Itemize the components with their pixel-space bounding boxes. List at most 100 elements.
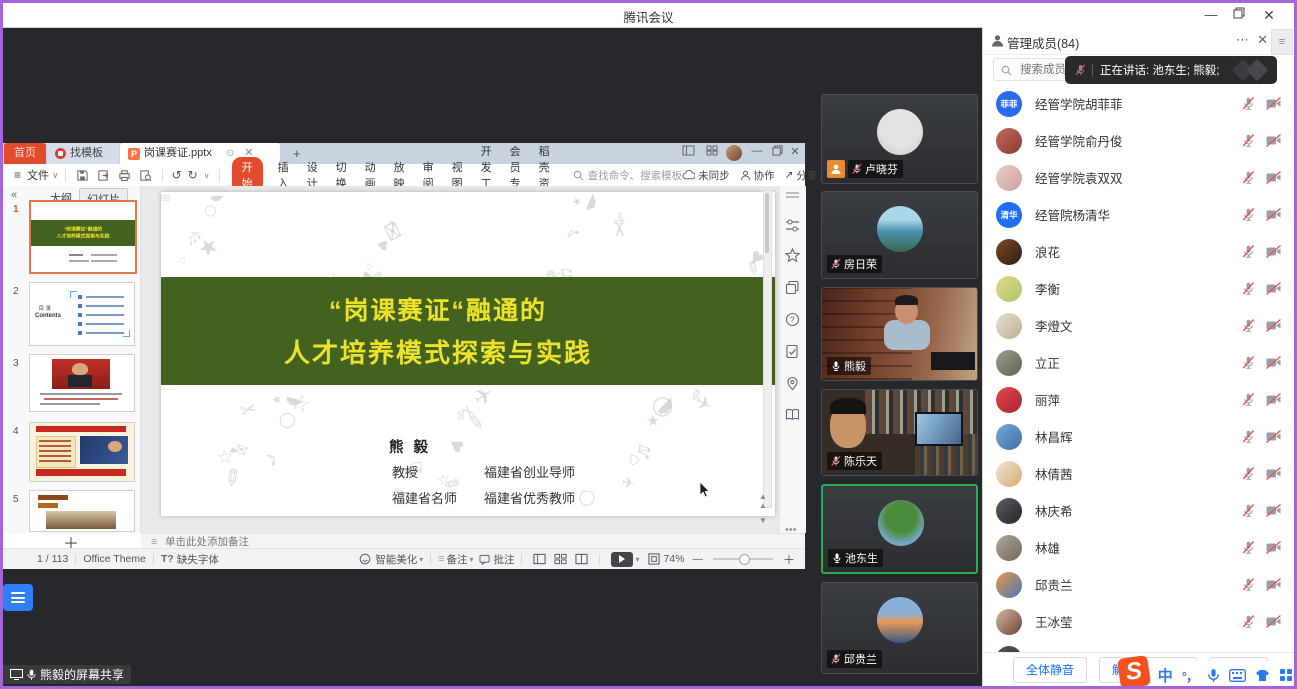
doc-check-icon[interactable]: [785, 344, 800, 359]
prev-slide-button[interactable]: ▲▲: [759, 492, 767, 510]
camera-muted-icon[interactable]: [1265, 318, 1282, 333]
member-row[interactable]: 菲菲经管学院胡菲菲: [983, 85, 1294, 122]
pin-location-icon[interactable]: [785, 376, 800, 391]
member-row[interactable]: 浪花: [983, 233, 1294, 270]
member-row[interactable]: 经管学院袁双双: [983, 159, 1294, 196]
video-tile-房日荣[interactable]: 房日荣: [821, 191, 978, 279]
member-row[interactable]: 林昌辉: [983, 418, 1294, 455]
slide-thumbnail-5[interactable]: [29, 490, 135, 532]
close-button[interactable]: ✕: [1258, 5, 1280, 25]
camera-muted-icon[interactable]: [1265, 429, 1282, 444]
wps-restore-button[interactable]: [769, 145, 785, 161]
ime-keyboard-icon[interactable]: [1229, 669, 1246, 682]
play-options-caret[interactable]: ▾: [635, 555, 639, 564]
wps-templates-tab[interactable]: 找模板: [47, 143, 119, 164]
properties-icon[interactable]: [785, 218, 800, 233]
reading-view-icon[interactable]: [575, 553, 588, 565]
notes-bar[interactable]: ≡ 单击此处添加备注: [141, 533, 805, 549]
mic-muted-icon[interactable]: [1241, 503, 1256, 518]
zoom-level[interactable]: 74%: [663, 553, 684, 565]
camera-muted-icon[interactable]: [1265, 133, 1282, 148]
mic-muted-icon[interactable]: [1241, 244, 1256, 259]
slide-thumbnail-1[interactable]: “岗课赛证“融通的人才培养模式探索与实践: [29, 200, 137, 274]
video-tile-卢晓芬[interactable]: 卢晓芬: [821, 94, 978, 184]
camera-muted-icon[interactable]: [1265, 170, 1282, 185]
member-row[interactable]: 丽萍: [983, 381, 1294, 418]
member-row[interactable]: 林雄: [983, 529, 1294, 566]
mic-muted-icon[interactable]: [1241, 429, 1256, 444]
theme-indicator[interactable]: Office Theme: [83, 553, 146, 565]
member-row[interactable]: 李衡: [983, 270, 1294, 307]
ime-toolbox-icon[interactable]: [1279, 668, 1293, 682]
slideshow-play-button[interactable]: [611, 552, 633, 567]
wps-close-button[interactable]: ✕: [787, 145, 803, 161]
camera-muted-icon[interactable]: [1265, 577, 1282, 592]
rail-handle-icon[interactable]: [785, 190, 800, 205]
mic-muted-icon[interactable]: [1241, 540, 1256, 555]
slide-title-banner[interactable]: “岗课赛证“融通的 人才培养模式探索与实践: [161, 277, 775, 385]
collapse-panel-icon[interactable]: «: [11, 189, 17, 201]
redo-icon[interactable]: ↻: [188, 168, 198, 182]
mic-muted-icon[interactable]: [1241, 281, 1256, 296]
beautify-button[interactable]: 智能美化: [375, 552, 417, 567]
ime-voice-icon[interactable]: [1207, 668, 1220, 683]
slide-thumbnail-3[interactable]: [29, 354, 135, 412]
wps-home-tab[interactable]: 首页: [4, 143, 46, 164]
zoom-out-button[interactable]: —: [692, 553, 703, 565]
member-list[interactable]: 菲菲经管学院胡菲菲经管学院俞丹俊经管学院袁双双清华经管院杨清华浪花李衡李燈文立正…: [983, 85, 1294, 652]
panel-more-icon[interactable]: ⋯: [1236, 32, 1250, 48]
next-slide-button[interactable]: ▼: [759, 516, 767, 525]
command-search[interactable]: 查找命令、搜索模板: [573, 168, 683, 183]
member-row[interactable]: 李燈文: [983, 307, 1294, 344]
ime-skin-icon[interactable]: [1255, 669, 1270, 682]
sync-status[interactable]: 未同步: [682, 168, 730, 183]
format-painter-caret-icon[interactable]: ∨: [204, 171, 210, 180]
camera-muted-icon[interactable]: [1265, 244, 1282, 259]
copy-pane-icon[interactable]: [785, 280, 800, 295]
camera-muted-icon[interactable]: [1265, 392, 1282, 407]
mic-muted-icon[interactable]: [1241, 392, 1256, 407]
reading-book-icon[interactable]: [785, 408, 800, 423]
preview-icon[interactable]: [138, 168, 153, 183]
mic-muted-icon[interactable]: [1241, 318, 1256, 333]
panel-close-icon[interactable]: ✕: [1257, 32, 1268, 48]
wps-account-avatar[interactable]: [725, 145, 743, 161]
camera-muted-icon[interactable]: [1265, 355, 1282, 370]
slide-1-editing-surface[interactable]: ✉✏☁★♫✈✂♥☆◯♪⌂✎✉✏☁★♫✈✂♥☆◯♪⌂✎✉✏☁★♫✈✂♥☆◯♪⌂✎✉…: [161, 192, 775, 516]
zoom-slider[interactable]: [713, 558, 773, 560]
layout-single-icon[interactable]: [679, 145, 697, 161]
collab-button[interactable]: 协作: [740, 168, 775, 183]
export-icon[interactable]: [96, 168, 111, 183]
notes-toggle[interactable]: 备注: [446, 552, 467, 567]
video-tile-池东生[interactable]: 池东生: [821, 484, 978, 574]
camera-muted-icon[interactable]: [1265, 96, 1282, 111]
video-tile-邱贵兰[interactable]: 邱贵兰: [821, 582, 978, 674]
member-row[interactable]: 王冰莹: [983, 603, 1294, 640]
wps-minimize-button[interactable]: —: [749, 145, 765, 161]
mic-muted-icon[interactable]: [1241, 207, 1256, 222]
minimize-button[interactable]: —: [1200, 5, 1222, 25]
video-tile-熊毅[interactable]: 熊毅: [821, 287, 978, 381]
mute-all-button[interactable]: 全体静音: [1013, 657, 1087, 683]
zoom-slider-knob[interactable]: [739, 554, 750, 565]
fit-slide-icon[interactable]: [648, 553, 660, 565]
normal-view-icon[interactable]: [533, 553, 546, 565]
effects-star-icon[interactable]: [785, 248, 800, 263]
mic-muted-icon[interactable]: [1241, 577, 1256, 592]
member-row[interactable]: [983, 640, 1294, 652]
member-row[interactable]: 林倩茜: [983, 455, 1294, 492]
canvas-scrollbar[interactable]: [763, 190, 772, 508]
mic-muted-icon[interactable]: [1241, 355, 1256, 370]
missing-font-label[interactable]: 缺失字体: [177, 552, 219, 567]
comments-toggle[interactable]: 批注: [493, 552, 514, 567]
member-row[interactable]: 清华经管院杨清华: [983, 196, 1294, 233]
mic-muted-icon[interactable]: [1241, 466, 1256, 481]
mic-muted-icon[interactable]: [1241, 96, 1256, 111]
camera-muted-icon[interactable]: [1265, 540, 1282, 555]
camera-muted-icon[interactable]: [1265, 466, 1282, 481]
mic-muted-icon[interactable]: [1241, 133, 1256, 148]
slide-thumbnail-2[interactable]: 目 录Contents: [29, 282, 135, 346]
save-icon[interactable]: [75, 168, 90, 183]
panel-hamburger-icon[interactable]: ≡: [1271, 29, 1293, 55]
mic-muted-icon[interactable]: [1241, 170, 1256, 185]
